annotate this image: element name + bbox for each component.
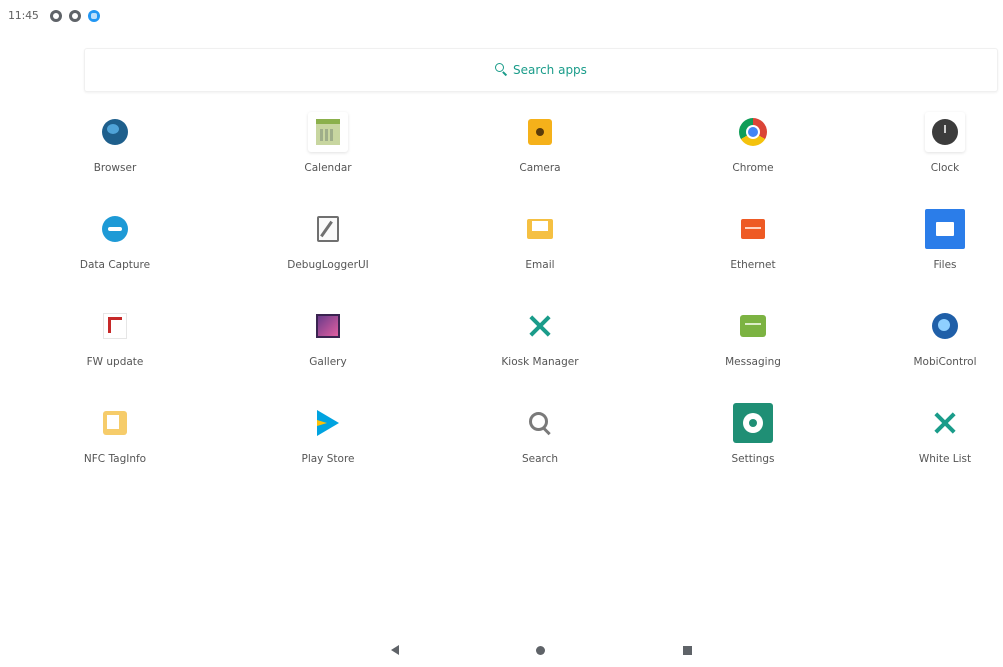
settings-icon <box>733 403 773 443</box>
navigation-bar <box>0 632 1003 667</box>
clock-icon <box>925 112 965 152</box>
app-label: Ethernet <box>730 259 776 271</box>
back-button[interactable] <box>385 640 405 660</box>
app-gallery[interactable]: Gallery <box>273 306 383 390</box>
app-mobicontrol[interactable]: MobiControl <box>890 306 1000 390</box>
app-white-list[interactable]: White List <box>890 403 1000 487</box>
back-icon <box>391 645 399 655</box>
app-label: Camera <box>519 162 561 174</box>
app-label: Files <box>933 259 957 271</box>
app-kiosk-manager[interactable]: Kiosk Manager <box>485 306 595 390</box>
white-list-icon <box>925 403 965 443</box>
app-label: Play Store <box>301 453 355 465</box>
home-icon <box>535 645 545 655</box>
app-fw-update[interactable]: FW update <box>60 306 170 390</box>
app-label: MobiControl <box>913 356 977 368</box>
app-label: White List <box>918 453 972 465</box>
app-label: Clock <box>930 162 960 174</box>
browser-icon <box>95 112 135 152</box>
nfc-taginfo-icon <box>95 403 135 443</box>
messaging-icon <box>733 306 773 346</box>
debug-logger-icon <box>308 209 348 249</box>
app-settings[interactable]: Settings <box>698 403 808 487</box>
camera-icon <box>520 112 560 152</box>
app-messaging[interactable]: Messaging <box>698 306 808 390</box>
app-chrome[interactable]: Chrome <box>698 112 808 196</box>
app-debug-logger-ui[interactable]: DebugLoggerUI <box>273 209 383 293</box>
app-grid: Browser Calendar Camera Chrome Clock Dat… <box>0 0 1003 667</box>
gallery-icon <box>308 306 348 346</box>
app-camera[interactable]: Camera <box>485 112 595 196</box>
app-label: Settings <box>731 453 775 465</box>
app-files[interactable]: Files <box>890 209 1000 293</box>
app-label: Gallery <box>309 356 347 368</box>
app-label: Messaging <box>725 356 781 368</box>
data-capture-icon <box>95 209 135 249</box>
app-label: Search <box>521 453 559 465</box>
app-data-capture[interactable]: Data Capture <box>60 209 170 293</box>
app-label: Calendar <box>304 162 352 174</box>
email-icon <box>520 209 560 249</box>
app-label: NFC TagInfo <box>83 453 147 465</box>
app-browser[interactable]: Browser <box>60 112 170 196</box>
ethernet-icon <box>733 209 773 249</box>
app-ethernet[interactable]: Ethernet <box>698 209 808 293</box>
app-email[interactable]: Email <box>485 209 595 293</box>
search-icon <box>520 403 560 443</box>
home-button[interactable] <box>530 640 550 660</box>
app-label: Browser <box>93 162 137 174</box>
app-label: Email <box>525 259 555 271</box>
play-store-icon <box>308 403 348 443</box>
kiosk-manager-icon <box>520 306 560 346</box>
fw-update-icon <box>95 306 135 346</box>
app-calendar[interactable]: Calendar <box>273 112 383 196</box>
chrome-icon <box>733 112 773 152</box>
app-nfc-taginfo[interactable]: NFC TagInfo <box>60 403 170 487</box>
recents-icon <box>682 645 692 655</box>
app-play-store[interactable]: Play Store <box>273 403 383 487</box>
app-label: DebugLoggerUI <box>287 259 369 271</box>
app-label: Kiosk Manager <box>501 356 579 368</box>
app-drawer-screen: 11:45 Search apps Browser Calendar Camer… <box>0 0 1003 667</box>
app-search[interactable]: Search <box>485 403 595 487</box>
app-clock[interactable]: Clock <box>890 112 1000 196</box>
app-label: Chrome <box>732 162 774 174</box>
recents-button[interactable] <box>677 640 697 660</box>
app-label: FW update <box>86 356 144 368</box>
mobicontrol-icon <box>925 306 965 346</box>
files-icon <box>925 209 965 249</box>
calendar-icon <box>308 112 348 152</box>
app-label: Data Capture <box>79 259 151 271</box>
